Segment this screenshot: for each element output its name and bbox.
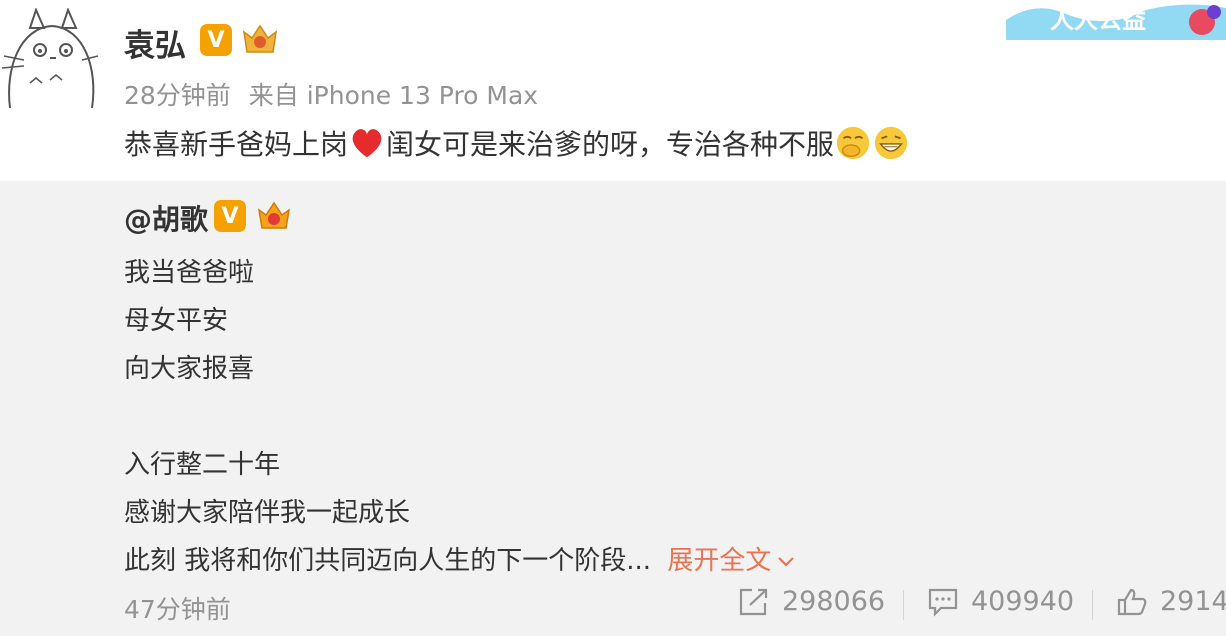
- post-source: 来自 iPhone 13 Pro Max: [248, 81, 539, 110]
- grin-emoji-icon: [874, 126, 908, 160]
- post-card: 袁弘 V 28分钟前 来自 iPhone 13 Pro Max 恭喜新手爸妈上岗…: [0, 0, 1226, 181]
- like-button[interactable]: 2914: [1116, 586, 1226, 617]
- chevron-down-icon[interactable]: [777, 556, 795, 568]
- comment-button[interactable]: 409940: [927, 586, 1074, 617]
- forward-button[interactable]: 298066: [738, 586, 885, 617]
- retweet-author[interactable]: @胡歌: [124, 198, 208, 238]
- post-time[interactable]: 28分钟前: [124, 81, 231, 110]
- share-icon[interactable]: [738, 587, 770, 617]
- member-crown-badge-icon: [242, 24, 278, 53]
- cover-mouth-emoji-icon: [836, 126, 870, 160]
- retweet-last-line: 此刻 我将和你们共同迈向人生的下一个阶段... 展开全文: [124, 540, 795, 577]
- retweet-line: 入行整二十年: [124, 450, 281, 480]
- retweet-line: 向大家报喜: [124, 354, 255, 384]
- retweet-line: 感谢大家陪伴我一起成长: [124, 498, 411, 528]
- expand-label[interactable]: 展开全文: [667, 546, 771, 576]
- retweet-line: 此刻 我将和你们共同迈向人生的下一个阶段...: [124, 546, 652, 576]
- post-text-part2: 闺女可是来治爹的呀，专治各种不服: [386, 128, 835, 161]
- retweet-line: 母女平安: [124, 306, 229, 336]
- comment-icon[interactable]: [927, 587, 959, 617]
- comment-count: 409940: [971, 586, 1075, 617]
- like-count: 2914: [1160, 586, 1226, 617]
- banner-label[interactable]: 人人公益: [1050, 0, 1146, 35]
- action-divider: [903, 590, 904, 620]
- post-meta: 28分钟前 来自 iPhone 13 Pro Max: [124, 76, 538, 112]
- thumbs-up-icon[interactable]: [1116, 587, 1148, 617]
- verified-v-badge-icon: V: [200, 24, 232, 56]
- author-name[interactable]: 袁弘: [124, 20, 186, 65]
- retweet-time[interactable]: 47分钟前: [124, 590, 231, 626]
- expand-full-text-link[interactable]: 展开全文: [667, 546, 795, 576]
- retweet-line: 我当爸爸啦: [124, 258, 255, 288]
- member-crown-badge-icon: [257, 201, 291, 229]
- post-text-part1: 恭喜新手爸妈上岗: [124, 128, 349, 161]
- action-divider: [1092, 590, 1093, 620]
- verified-v-badge-icon: V: [214, 200, 246, 232]
- totoro-avatar-icon[interactable]: [0, 8, 100, 118]
- forward-count: 298066: [782, 586, 886, 617]
- post-text: 恭喜新手爸妈上岗 闺女可是来治爹的呀，专治各种不服: [124, 125, 910, 165]
- heart-icon: [352, 129, 382, 158]
